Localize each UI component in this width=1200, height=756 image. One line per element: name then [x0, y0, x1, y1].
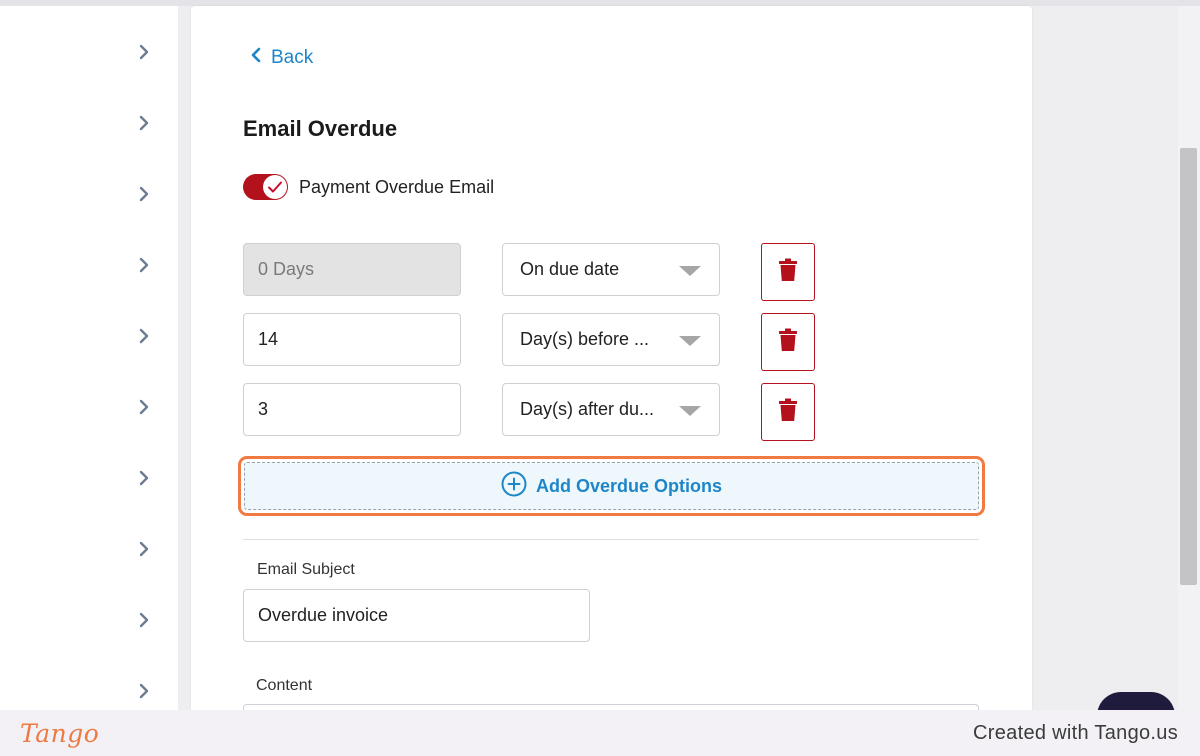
trash-icon — [778, 398, 798, 427]
left-sidebar — [0, 6, 178, 716]
toggle-label: Payment Overdue Email — [299, 176, 495, 197]
chevron-right-icon[interactable] — [138, 470, 150, 486]
chevron-right-icon[interactable] — [138, 612, 150, 628]
add-overdue-options-button[interactable]: Add Overdue Options — [244, 462, 979, 510]
timing-value: On due date — [520, 259, 620, 279]
chevron-right-icon[interactable] — [138, 328, 150, 344]
caret-down-icon — [679, 336, 701, 346]
footer-credit: Created with Tango.us — [973, 721, 1178, 744]
overdue-option-row: 14 Day(s) before ... — [243, 313, 823, 371]
plus-circle-icon — [501, 471, 527, 502]
delete-option-button[interactable] — [761, 313, 815, 371]
tango-footer: Tango Created with Tango.us — [0, 710, 1200, 756]
timing-value: Day(s) after du... — [520, 399, 655, 419]
payment-overdue-toggle-row: Payment Overdue Email — [243, 172, 494, 202]
timing-select[interactable]: Day(s) after du... — [502, 383, 720, 436]
chevron-right-icon[interactable] — [138, 683, 150, 699]
payment-overdue-toggle[interactable] — [243, 174, 288, 200]
divider — [243, 539, 979, 540]
email-subject-label: Email Subject — [257, 561, 355, 578]
delete-option-button[interactable] — [761, 243, 815, 301]
caret-down-icon — [679, 406, 701, 416]
chevron-right-icon[interactable] — [138, 115, 150, 131]
overdue-option-row: 0 Days On due date — [243, 243, 823, 301]
page-title: Email Overdue — [243, 116, 398, 141]
add-overdue-highlight: Add Overdue Options — [238, 456, 985, 516]
chevron-right-icon[interactable] — [138, 257, 150, 273]
email-subject-input[interactable]: Overdue invoice — [243, 589, 590, 642]
content-label: Content — [256, 677, 313, 694]
trash-icon — [778, 328, 798, 357]
chevron-right-icon[interactable] — [138, 44, 150, 60]
email-overdue-panel: Back Email Overdue Payment Overdue Email… — [191, 6, 1032, 716]
chevron-right-icon[interactable] — [138, 399, 150, 415]
trash-icon — [778, 258, 798, 287]
chevron-right-icon[interactable] — [138, 541, 150, 557]
overdue-option-row: 3 Day(s) after du... — [243, 383, 823, 441]
timing-select[interactable]: Day(s) before ... — [502, 313, 720, 366]
check-icon — [263, 175, 287, 199]
days-input: 0 Days — [243, 243, 461, 296]
days-input[interactable]: 3 — [243, 383, 461, 436]
add-overdue-label: Add Overdue Options — [535, 475, 722, 496]
back-link[interactable]: Back — [251, 46, 313, 70]
timing-select[interactable]: On due date — [502, 243, 720, 296]
caret-down-icon — [679, 266, 701, 276]
tango-logo: Tango — [20, 718, 100, 748]
days-input[interactable]: 14 — [243, 313, 461, 366]
back-label: Back — [271, 47, 314, 68]
delete-option-button[interactable] — [761, 383, 815, 441]
timing-value: Day(s) before ... — [520, 329, 650, 349]
chevron-right-icon[interactable] — [138, 186, 150, 202]
chevron-left-icon — [251, 47, 261, 69]
scrollbar-thumb[interactable] — [1180, 148, 1197, 585]
